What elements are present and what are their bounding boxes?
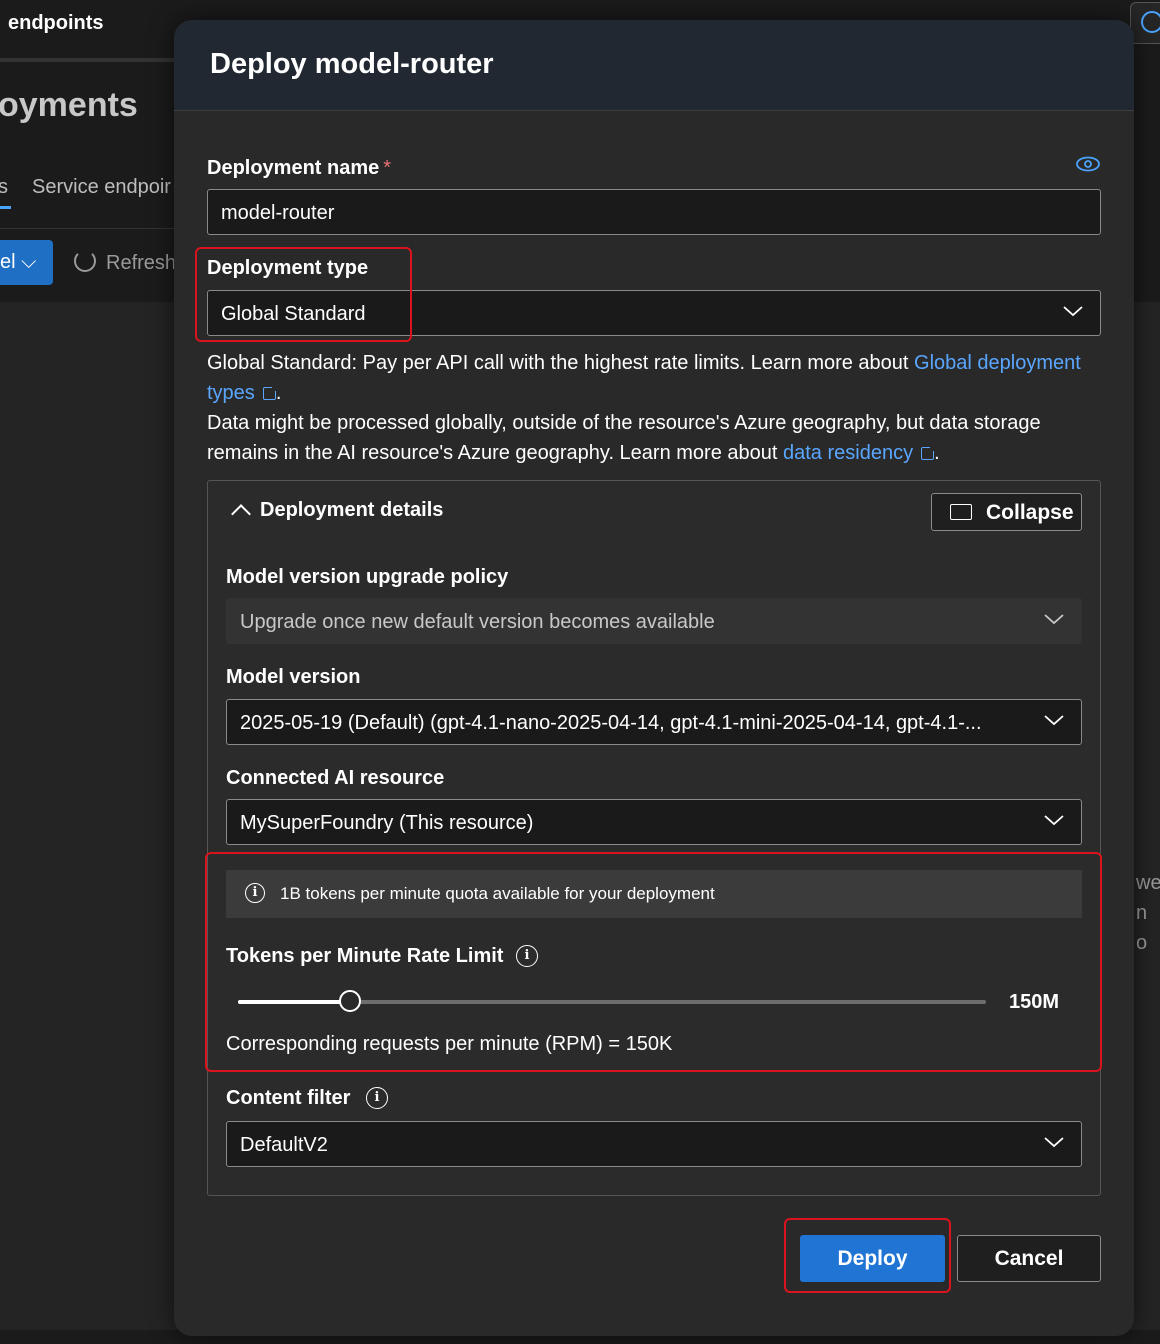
data-residency-link[interactable]: data residency	[783, 442, 937, 464]
highlight-box-deploy	[784, 1218, 951, 1293]
divider	[0, 58, 180, 62]
connected-resource-dropdown[interactable]: MySuperFoundry (This resource)	[226, 799, 1082, 845]
model-version-value: 2025-05-19 (Default) (gpt-4.1-nano-2025-…	[240, 712, 982, 734]
chat-button[interactable]	[1130, 2, 1160, 44]
deploy-model-menu-button[interactable]: el ⌵	[0, 240, 53, 285]
model-version-dropdown[interactable]: 2025-05-19 (Default) (gpt-4.1-nano-2025-…	[226, 699, 1082, 745]
chat-icon	[1141, 11, 1160, 33]
dialog-header: Deploy model-router	[174, 20, 1134, 111]
connected-resource-value: MySuperFoundry (This resource)	[240, 812, 534, 834]
tab-service-endpoints[interactable]: Service endpoir	[32, 176, 171, 199]
chevron-down-icon	[1044, 715, 1064, 726]
tab-deployments[interactable]: s	[0, 176, 8, 199]
model-version-label: Model version	[226, 666, 361, 688]
collapse-label: Collapse	[986, 501, 1074, 524]
connected-resource-label: Connected AI resource	[226, 767, 445, 789]
link-text: data residency	[783, 442, 914, 464]
partial-text-line: n o	[1136, 902, 1148, 954]
dialog-title: Deploy model-router	[210, 48, 494, 80]
partial-text: we n o	[1136, 868, 1160, 958]
external-link-icon	[262, 385, 278, 400]
refresh-button[interactable]: Refresh	[74, 250, 176, 275]
upgrade-policy-value: Upgrade once new default version becomes…	[240, 611, 715, 633]
content-filter-dropdown[interactable]: DefaultV2	[226, 1121, 1082, 1167]
chevron-down-icon	[1063, 306, 1083, 317]
deploy-dialog: Deploy model-router Deployment name * mod…	[174, 20, 1134, 1336]
deployment-name-label-text: Deployment name	[207, 157, 380, 179]
refresh-label: Refresh	[106, 252, 177, 274]
deployment-type-description: Global Standard: Pay per API call with t…	[207, 348, 1107, 468]
content-filter-label: Content filter	[226, 1087, 351, 1109]
partial-text-line: we	[1136, 872, 1160, 894]
chevron-up-icon	[231, 504, 251, 524]
deploy-model-menu-label: el ⌵	[0, 251, 37, 273]
deployment-details-toggle[interactable]: Deployment details	[231, 499, 444, 524]
tab-active-indicator	[0, 206, 11, 209]
deployment-details-panel: Deployment details Collapse Model versio…	[207, 480, 1101, 1196]
deployment-name-value: model-router	[221, 202, 335, 224]
chevron-down-icon	[1044, 614, 1064, 625]
chevron-down-icon	[1044, 1137, 1064, 1148]
breadcrumb[interactable]: endpoints	[8, 12, 104, 35]
highlight-box-deployment-type	[195, 247, 412, 342]
deployment-details-title: Deployment details	[260, 499, 444, 521]
highlight-box-rate-limit	[205, 852, 1102, 1072]
upgrade-policy-dropdown: Upgrade once new default version becomes…	[226, 598, 1082, 644]
deployment-name-input[interactable]: model-router	[207, 189, 1101, 235]
refresh-icon	[74, 250, 96, 272]
page-title: oyments	[0, 86, 138, 124]
content-filter-value: DefaultV2	[240, 1134, 328, 1156]
external-link-icon	[921, 445, 937, 460]
content-filter-info-icon[interactable]: i	[366, 1087, 388, 1109]
eye-icon[interactable]	[1076, 156, 1100, 172]
cancel-button[interactable]: Cancel	[957, 1235, 1101, 1282]
upgrade-policy-label: Model version upgrade policy	[226, 566, 509, 588]
description-text: Global Standard: Pay per API call with t…	[207, 352, 915, 374]
divider	[0, 228, 180, 229]
required-marker: *	[383, 157, 392, 179]
chevron-down-icon	[1044, 815, 1064, 826]
deployment-name-label: Deployment name *	[207, 157, 391, 180]
collapse-button[interactable]: Collapse	[931, 493, 1082, 531]
collapse-icon	[950, 504, 972, 520]
